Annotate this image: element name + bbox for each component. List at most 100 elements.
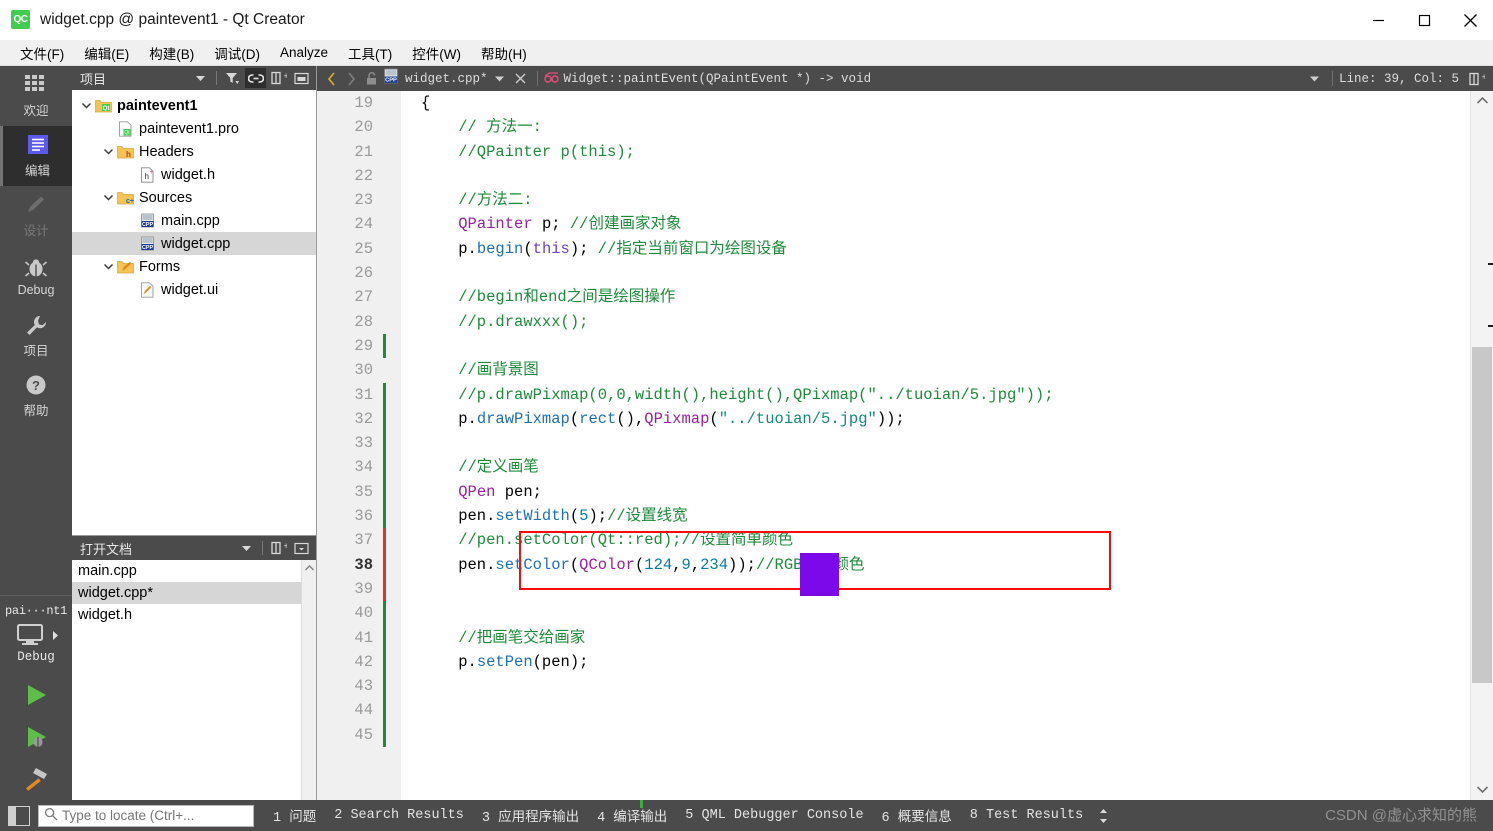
- tree-item-headers[interactable]: h Headers: [72, 140, 316, 163]
- code-line-25[interactable]: p.begin(this); //指定当前窗口为绘图设备: [401, 237, 1470, 261]
- split-icon[interactable]: +: [268, 538, 289, 558]
- chevron-down-icon[interactable]: [1303, 72, 1326, 86]
- code-line-28[interactable]: //p.drawxxx();: [401, 310, 1470, 334]
- close-dock-icon[interactable]: [291, 68, 312, 88]
- tree-item-widget-h[interactable]: h + widget.h: [72, 163, 316, 186]
- code-line-26[interactable]: [401, 261, 1470, 285]
- menu-file[interactable]: 文件(F): [10, 41, 74, 65]
- scroll-up-icon[interactable]: [1471, 91, 1493, 109]
- kit-build-config[interactable]: Debug: [0, 650, 72, 674]
- code-line-43[interactable]: [401, 674, 1470, 698]
- mode-design[interactable]: 设计: [0, 186, 72, 246]
- scroll-down-icon[interactable]: [1471, 780, 1493, 798]
- lock-icon[interactable]: [361, 69, 381, 89]
- chevron-down-icon[interactable]: [488, 72, 511, 86]
- split-icon[interactable]: +: [268, 68, 289, 88]
- tree-item-main-cpp[interactable]: CPP main.cpp: [72, 209, 316, 232]
- split-icon[interactable]: +: [1467, 69, 1487, 89]
- code-line-35[interactable]: QPen pen;: [401, 480, 1470, 504]
- chevron-down-icon[interactable]: [78, 102, 94, 109]
- menu-tools[interactable]: 工具(T): [338, 41, 402, 65]
- maximize-icon[interactable]: [1401, 0, 1447, 40]
- code-line-34[interactable]: //定义画笔: [401, 455, 1470, 479]
- code-line-20[interactable]: // 方法一:: [401, 115, 1470, 139]
- toggle-sidebar-button[interactable]: [8, 806, 30, 826]
- code-text[interactable]: { // 方法一: //QPainter p(this); //方法二: QPa…: [401, 91, 1470, 800]
- tree-item-sources[interactable]: c+ Sources: [72, 186, 316, 209]
- filter-icon[interactable]: [222, 68, 243, 88]
- symbol-selector[interactable]: Widget::paintEvent(QPaintEvent *) -> voi…: [544, 70, 872, 88]
- code-line-22[interactable]: [401, 164, 1470, 188]
- output-pane-issues[interactable]: 1 问题: [264, 805, 325, 826]
- code-line-27[interactable]: //begin和end之间是绘图操作: [401, 285, 1470, 309]
- link-icon[interactable]: [245, 68, 266, 88]
- menu-debug[interactable]: 调试(D): [204, 41, 270, 65]
- mode-debug[interactable]: Debug: [0, 246, 72, 306]
- code-line-38[interactable]: pen.setColor(QColor(124,9,234));//RGB改置颜…: [401, 553, 1470, 577]
- output-pane-general-messages[interactable]: 6 概要信息: [873, 805, 961, 826]
- output-pane-compile-output[interactable]: 4 编译输出: [588, 805, 676, 826]
- code-line-33[interactable]: [401, 431, 1470, 455]
- open-documents-list[interactable]: main.cpp widget.cpp* widget.h: [72, 560, 316, 800]
- kit-project-name[interactable]: pai···nt1: [0, 602, 72, 622]
- tree-item-widget-ui[interactable]: widget.ui: [72, 278, 316, 301]
- kit-target-selector[interactable]: [0, 622, 72, 650]
- tree-item-paintevent1[interactable]: Qt paintevent1: [72, 94, 316, 117]
- build-button[interactable]: [0, 758, 72, 800]
- output-pane-search-results[interactable]: 2 Search Results: [325, 808, 473, 823]
- current-file-selector[interactable]: CPP widget.cpp*: [383, 68, 488, 89]
- code-line-41[interactable]: //把画笔交给画家: [401, 626, 1470, 650]
- cursor-position[interactable]: Line: 39, Col: 5: [1339, 72, 1467, 86]
- project-tree[interactable]: Qt paintevent1 Qt painteve: [72, 90, 316, 535]
- menu-edit[interactable]: 编辑(E): [74, 41, 139, 65]
- code-line-24[interactable]: QPainter p; //创建画家对象: [401, 212, 1470, 236]
- open-doc-widget-cpp[interactable]: widget.cpp*: [72, 582, 316, 604]
- chevron-down-icon[interactable]: [100, 194, 116, 201]
- menu-window[interactable]: 控件(W): [402, 41, 471, 65]
- mode-projects[interactable]: 项目: [0, 306, 72, 366]
- go-forward-icon[interactable]: [341, 69, 361, 89]
- output-pane-app-output[interactable]: 3 应用程序输出: [473, 805, 588, 826]
- menu-help[interactable]: 帮助(H): [471, 41, 537, 65]
- output-pane-updown-icon[interactable]: [1092, 808, 1115, 824]
- mode-welcome[interactable]: 欢迎: [0, 66, 72, 126]
- chevron-down-icon[interactable]: [100, 263, 116, 270]
- code-line-36[interactable]: pen.setWidth(5);//设置线宽: [401, 504, 1470, 528]
- output-pane-test-results[interactable]: 8 Test Results: [961, 808, 1092, 823]
- locator-input[interactable]: Type to locate (Ctrl+...: [38, 805, 254, 827]
- scrollbar-thumb[interactable]: [1472, 347, 1492, 683]
- code-line-44[interactable]: [401, 698, 1470, 722]
- go-back-icon[interactable]: [321, 69, 341, 89]
- editor-scrollbar[interactable]: [1470, 91, 1493, 800]
- code-line-42[interactable]: p.setPen(pen);: [401, 650, 1470, 674]
- code-line-45[interactable]: [401, 723, 1470, 747]
- opendocs-scrollbar[interactable]: [301, 560, 316, 800]
- close-dock-icon[interactable]: [291, 538, 312, 558]
- code-line-19[interactable]: {: [401, 91, 1470, 115]
- tree-item-widget-cpp[interactable]: CPP widget.cpp: [72, 232, 316, 255]
- code-editor[interactable]: 19 20 21 22 23 24 25 26 27 28 29 30 31 3…: [317, 91, 1493, 800]
- code-line-32[interactable]: p.drawPixmap(rect(),QPixmap("../tuoian/5…: [401, 407, 1470, 431]
- output-pane-qml-debugger-console[interactable]: 5 QML Debugger Console: [676, 808, 872, 823]
- code-line-21[interactable]: //QPainter p(this);: [401, 140, 1470, 164]
- code-line-40[interactable]: [401, 601, 1470, 625]
- tree-item-forms[interactable]: Forms: [72, 255, 316, 278]
- scroll-up-icon[interactable]: [302, 560, 316, 575]
- run-button[interactable]: [0, 674, 72, 716]
- code-line-30[interactable]: //画背景图: [401, 358, 1470, 382]
- open-doc-main-cpp[interactable]: main.cpp: [72, 560, 316, 582]
- menu-build[interactable]: 构建(B): [139, 41, 204, 65]
- start-debugging-button[interactable]: [0, 716, 72, 758]
- code-line-29[interactable]: [401, 334, 1470, 358]
- code-line-37[interactable]: //pen.setColor(Qt::red);//设置简单颜色: [401, 528, 1470, 552]
- mode-help[interactable]: ? 帮助: [0, 366, 72, 426]
- close-icon[interactable]: [1447, 0, 1493, 40]
- menu-analyze[interactable]: Analyze: [270, 43, 338, 62]
- chevron-down-icon[interactable]: [100, 148, 116, 155]
- chevron-down-icon[interactable]: [236, 538, 257, 558]
- open-doc-widget-h[interactable]: widget.h: [72, 604, 316, 626]
- code-line-31[interactable]: //p.drawPixmap(0,0,width(),height(),QPix…: [401, 383, 1470, 407]
- minimize-icon[interactable]: [1355, 0, 1401, 40]
- mode-edit[interactable]: 编辑: [0, 126, 72, 186]
- tree-item-paintevent1-pro[interactable]: Qt paintevent1.pro: [72, 117, 316, 140]
